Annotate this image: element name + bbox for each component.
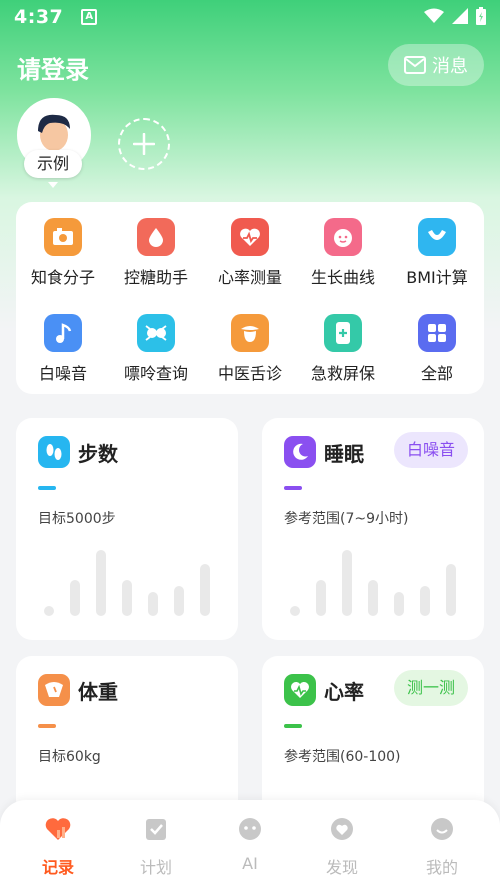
plan-icon	[146, 819, 166, 840]
moon-icon	[284, 436, 316, 468]
heart-rate-card[interactable]: 心率 测一测 参考范围(60-100)	[262, 656, 484, 816]
add-member-button[interactable]	[118, 118, 170, 170]
bottom-tab-bar: 记录 计划 AI 发现 我的	[0, 800, 500, 888]
tool-label: 知食分子	[30, 268, 95, 287]
music-note-icon	[44, 314, 82, 352]
tool-growth-curve[interactable]: 生长曲线	[296, 218, 390, 288]
discover-icon	[331, 818, 353, 840]
tool-label: 白噪音	[38, 364, 87, 383]
tools-grid: 知食分子 控糖助手 心率测量 生长曲线 BMI计算 白噪音 嘌呤查询 中医舌诊 …	[16, 202, 484, 394]
white-noise-button[interactable]: 白噪音	[393, 432, 468, 468]
baby-face-icon	[324, 218, 362, 256]
record-icon	[45, 818, 71, 840]
card-title: 体重	[78, 680, 118, 704]
heart-rate-icon	[231, 218, 269, 256]
tool-white-noise[interactable]: 白噪音	[16, 314, 110, 384]
card-title: 睡眠	[324, 442, 364, 466]
scale-icon	[38, 674, 70, 706]
login-title[interactable]: 请登录	[17, 50, 89, 85]
measure-button[interactable]: 测一测	[393, 670, 468, 706]
tab-label: AI	[242, 854, 258, 873]
tab-label: 发现	[325, 858, 358, 877]
status-time: 4:37	[14, 6, 64, 28]
weight-card[interactable]: 体重 目标60kg	[16, 656, 238, 816]
card-title: 步数	[78, 442, 118, 466]
card-title: 心率	[324, 680, 364, 704]
tool-label: 全部	[420, 364, 453, 383]
tool-sugar[interactable]: 控糖助手	[109, 218, 203, 288]
steps-mini-chart	[40, 546, 220, 616]
accent-divider	[284, 486, 302, 490]
tool-food[interactable]: 知食分子	[16, 218, 110, 288]
tool-label: 急救屏保	[310, 364, 375, 383]
purine-icon	[137, 314, 175, 352]
ai-chat-icon	[239, 818, 261, 840]
example-profile-label[interactable]: 示例	[24, 150, 82, 178]
sleep-mini-chart	[286, 546, 466, 616]
bmi-icon	[418, 218, 456, 256]
tab-label: 我的	[425, 858, 458, 877]
first-aid-phone-icon	[324, 314, 362, 352]
tool-label: 控糖助手	[123, 268, 188, 287]
chevron-down-icon	[48, 182, 58, 188]
messages-button[interactable]: 消息	[388, 44, 484, 86]
battery-icon	[476, 7, 486, 25]
tool-tongue-diagnosis[interactable]: 中医舌诊	[203, 314, 297, 384]
tab-plan[interactable]: 计划	[106, 816, 206, 878]
card-subtitle: 参考范围(60-100)	[284, 749, 401, 765]
messages-label: 消息	[432, 56, 468, 77]
tool-bmi[interactable]: BMI计算	[390, 218, 484, 288]
food-icon	[44, 218, 82, 256]
card-subtitle: 目标60kg	[38, 749, 101, 765]
tool-purine[interactable]: 嘌呤查询	[109, 314, 203, 384]
footprints-icon	[38, 436, 70, 468]
tool-label: 生长曲线	[310, 268, 375, 287]
sugar-drop-icon	[137, 218, 175, 256]
accent-divider	[38, 724, 56, 728]
accent-divider	[38, 486, 56, 490]
status-bar: 4:37 A	[0, 0, 500, 34]
sleep-card[interactable]: 睡眠 白噪音 参考范围(7~9小时)	[262, 418, 484, 640]
tab-discover[interactable]: 发现	[292, 816, 392, 878]
tool-label: BMI计算	[406, 268, 468, 287]
tool-label: 嘌呤查询	[123, 364, 188, 383]
tab-ai[interactable]: AI	[200, 816, 300, 873]
tool-label: 心率测量	[217, 268, 282, 287]
profile-icon	[431, 818, 453, 840]
tongue-icon	[231, 314, 269, 352]
grid-icon	[418, 314, 456, 352]
accent-divider	[284, 724, 302, 728]
wifi-icon	[424, 8, 444, 23]
mail-icon	[404, 56, 426, 74]
a-notification-icon: A	[81, 9, 98, 25]
steps-card[interactable]: 步数 目标5000步	[16, 418, 238, 640]
tool-all[interactable]: 全部	[390, 314, 484, 384]
signal-icon	[452, 8, 468, 24]
tab-mine[interactable]: 我的	[392, 816, 492, 878]
tab-record[interactable]: 记录	[8, 816, 108, 878]
heart-pulse-icon	[284, 674, 316, 706]
tool-first-aid[interactable]: 急救屏保	[296, 314, 390, 384]
tool-heart-rate[interactable]: 心率测量	[203, 218, 297, 288]
tab-label: 记录	[41, 858, 74, 877]
tool-label: 中医舌诊	[217, 364, 282, 383]
plus-icon	[133, 133, 155, 155]
tab-label: 计划	[139, 858, 172, 877]
card-subtitle: 目标5000步	[38, 511, 116, 527]
card-subtitle: 参考范围(7~9小时)	[284, 511, 409, 527]
